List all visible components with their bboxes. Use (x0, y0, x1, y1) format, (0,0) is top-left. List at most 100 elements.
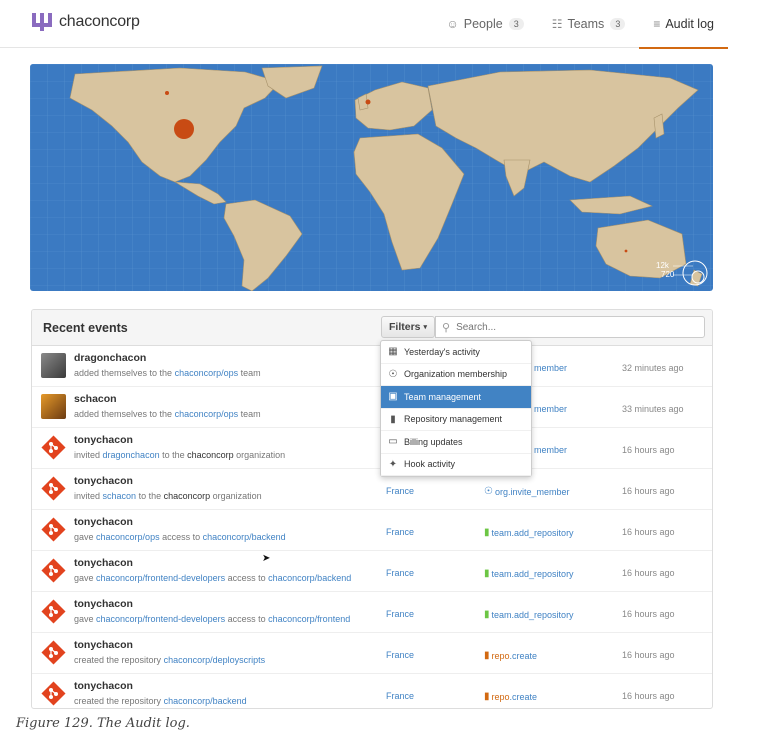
org-logo[interactable]: chaconcorp (32, 12, 140, 32)
event-description: added themselves to the chaconcorp/ops t… (74, 368, 261, 378)
event-link[interactable]: chaconcorp/backend (268, 573, 351, 583)
event-link[interactable]: chaconcorp/backend (203, 532, 286, 542)
event-user[interactable]: tonychacon (74, 516, 133, 528)
nav-people[interactable]: ☺ People 3 (433, 0, 538, 48)
event-description: gave chaconcorp/ops access to chaconcorp… (74, 532, 286, 542)
event-user[interactable]: schacon (74, 393, 117, 405)
event-action[interactable]: member (534, 363, 567, 373)
legend-label-bottom: 720 (661, 270, 675, 279)
nav-teams[interactable]: ☷ Teams 3 (538, 0, 640, 48)
event-user[interactable]: tonychacon (74, 434, 133, 446)
event-user[interactable]: tonychacon (74, 598, 133, 610)
event-action[interactable]: member (534, 404, 567, 414)
event-location[interactable]: France (386, 691, 414, 701)
avatar[interactable] (41, 394, 66, 419)
hook-icon: ✦ (388, 458, 398, 470)
teams-icon: ☷ (551, 17, 563, 31)
nav-people-label: People (463, 17, 503, 31)
team-icon: ▮ (484, 568, 490, 579)
event-action[interactable]: ▮ team.add_repository (484, 609, 574, 620)
event-location[interactable]: France (386, 486, 414, 496)
event-link[interactable]: chaconcorp/frontend-developers (96, 614, 225, 624)
event-link[interactable]: chaconcorp/frontend (268, 614, 350, 624)
map-marker[interactable] (624, 249, 628, 253)
avatar[interactable] (41, 558, 66, 583)
event-link[interactable]: chaconcorp/ops (175, 368, 239, 378)
event-link[interactable]: chaconcorp/frontend-developers (96, 573, 225, 583)
avatar[interactable] (41, 476, 66, 501)
event-row[interactable]: schacon added themselves to the chaconcor… (32, 387, 712, 428)
avatar[interactable] (41, 599, 66, 624)
event-row[interactable]: tonychacon created the repository chaconc… (32, 633, 712, 674)
event-text: team (238, 409, 261, 419)
event-text: invited (74, 450, 103, 460)
filter-option[interactable]: ✦ Hook activity (381, 454, 531, 476)
event-user[interactable]: tonychacon (74, 639, 133, 651)
event-row[interactable]: tonychacon invited schacon to the chaconc… (32, 469, 712, 510)
filter-option[interactable]: ▦ Yesterday's activity (381, 341, 531, 364)
event-user[interactable]: tonychacon (74, 557, 133, 569)
event-text: gave (74, 573, 97, 583)
filter-option[interactable]: ▭ Billing updates (381, 431, 531, 454)
event-row[interactable]: tonychacon gave chaconcorp/ops access to … (32, 510, 712, 551)
event-link[interactable]: schacon (103, 491, 137, 501)
event-link[interactable]: chaconcorp/ops (96, 532, 160, 542)
event-link[interactable]: chaconcorp/ops (175, 409, 239, 419)
event-user[interactable]: tonychacon (74, 680, 133, 692)
avatar[interactable] (41, 435, 66, 460)
event-row[interactable]: tonychacon gave chaconcorp/frontend-devel… (32, 592, 712, 633)
search-box[interactable]: ⚲ (435, 316, 705, 338)
event-location[interactable]: France (386, 650, 414, 660)
nav-audit-log[interactable]: ≡ Audit log (639, 0, 728, 49)
filters-button[interactable]: Filters ▾ (381, 316, 435, 338)
event-user[interactable]: tonychacon (74, 475, 133, 487)
event-row[interactable]: tonychacon invited dragonchacon to the ch… (32, 428, 712, 469)
globe-icon: ☉ (388, 368, 398, 380)
event-action[interactable]: ▮ team.add_repository (484, 527, 574, 538)
event-row[interactable]: dragonchacon added themselves to the chac… (32, 346, 712, 387)
figure-caption: Figure 129. The Audit log. (16, 716, 190, 731)
repo-icon: ▮ (390, 413, 396, 425)
map-marker[interactable] (174, 119, 194, 139)
event-description: created the repository chaconcorp/deploy… (74, 655, 265, 665)
map-marker[interactable] (165, 91, 169, 95)
event-link[interactable]: chaconcorp/backend (164, 696, 247, 706)
event-user[interactable]: dragonchacon (74, 352, 146, 364)
event-text: access to (225, 614, 269, 624)
event-description: gave chaconcorp/frontend-developers acce… (74, 614, 350, 624)
activity-map[interactable]: 12k 720 (30, 64, 713, 291)
avatar[interactable] (41, 640, 66, 665)
org-logo-icon (32, 13, 52, 31)
search-input[interactable] (456, 321, 677, 333)
event-text: gave (74, 532, 97, 542)
event-action[interactable]: ▮ repo.create (484, 691, 537, 702)
event-action[interactable]: ☉ org.invite_member (484, 486, 570, 497)
event-location[interactable]: France (386, 609, 414, 619)
event-time: 16 hours ago (622, 527, 675, 537)
event-text: created the repository (74, 696, 164, 706)
filter-option[interactable]: ☉ Organization membership (381, 364, 531, 386)
event-location[interactable]: France (386, 568, 414, 578)
avatar[interactable] (41, 517, 66, 542)
filter-option[interactable]: ▮ Repository management (381, 409, 531, 431)
repo-icon: ▮ (484, 691, 490, 702)
event-action[interactable]: ▮ team.add_repository (484, 568, 574, 579)
event-location[interactable]: France (386, 527, 414, 537)
event-action[interactable]: ▮ repo.create (484, 650, 537, 661)
event-row[interactable]: tonychacon gave chaconcorp/frontend-devel… (32, 551, 712, 592)
avatar[interactable] (41, 353, 66, 378)
event-link[interactable]: dragonchacon (103, 450, 160, 460)
filter-option-label: Organization membership (404, 369, 508, 380)
event-text: gave (74, 614, 97, 624)
event-action[interactable]: member (534, 445, 567, 455)
org-name[interactable]: chaconcorp (59, 13, 140, 31)
calendar-icon: ▦ (388, 346, 398, 358)
filter-option-label: Hook activity (404, 459, 456, 470)
event-action-prefix: repo (491, 691, 510, 702)
map-marker[interactable] (365, 99, 371, 105)
filter-option[interactable]: ▣ Team management (381, 386, 531, 409)
event-row[interactable]: tonychacon created the repository chaconc… (32, 674, 712, 708)
event-action-label: team.add_repository (491, 568, 574, 579)
event-link[interactable]: chaconcorp/deployscripts (164, 655, 266, 665)
avatar[interactable] (41, 681, 66, 706)
